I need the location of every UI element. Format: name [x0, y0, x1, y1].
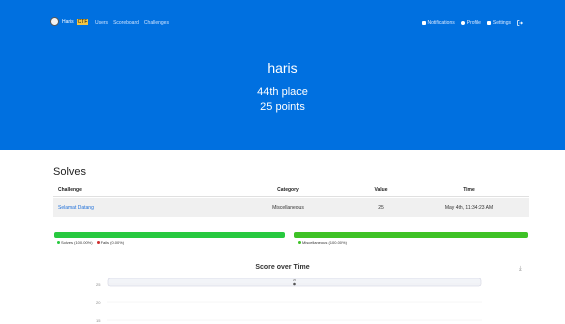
brand[interactable]: Haris CTF: [50, 17, 89, 26]
nav-profile[interactable]: Profile: [460, 20, 481, 26]
score-chart: 25: [107, 278, 482, 321]
y-tick-label: 25: [96, 282, 101, 287]
solve-category-cell: Miscellaneous: [272, 204, 304, 211]
score-point-label: 25: [293, 278, 297, 282]
user-name: haris: [267, 60, 298, 76]
nav-link-users[interactable]: Users: [95, 20, 108, 26]
legend-category: Miscellaneous (100.00%): [298, 240, 347, 245]
brand-tag: CTF: [76, 18, 89, 25]
header-time: Time: [463, 186, 475, 193]
header-category: Category: [277, 186, 299, 193]
nav-notifications-label: Notifications: [427, 20, 455, 26]
bell-icon: [421, 21, 426, 25]
nav-settings[interactable]: Settings: [486, 20, 511, 26]
solves-dot-icon: [57, 241, 60, 244]
solves-title: Solves: [53, 166, 87, 178]
nav-link-scoreboard[interactable]: Scoreboard: [113, 20, 139, 26]
solves-table-header: Challenge Category Value Time: [53, 183, 529, 197]
user-points: 25 points: [260, 101, 305, 113]
brand-logo-icon: [50, 17, 59, 26]
logout-button[interactable]: [517, 20, 523, 26]
solve-value-cell: 25: [378, 204, 384, 211]
user-circle-icon: [460, 21, 465, 25]
category-legend: Miscellaneous (100.00%): [298, 240, 347, 245]
y-tick-label: 15: [96, 318, 101, 323]
chart-title: Score over Time: [255, 264, 310, 271]
user-place: 44th place: [257, 86, 308, 98]
profile-header: haris 44th place 25 points: [0, 44, 565, 150]
y-tick-label: 20: [96, 300, 101, 305]
brand-name: Haris: [62, 18, 74, 25]
nav-profile-label: Profile: [466, 20, 481, 26]
nav-settings-label: Settings: [492, 20, 511, 26]
table-row: Selamat Datang Miscellaneous 25 May 4th,…: [53, 198, 529, 217]
gear-icon: [486, 21, 491, 25]
legend-fails-label: Fails (0.00%): [100, 240, 125, 245]
category-dot-icon: [298, 241, 301, 244]
logout-icon: [517, 20, 523, 26]
solve-challenge-cell: Selamat Datang: [53, 205, 173, 211]
header-value: Value: [374, 186, 388, 193]
nav-user-menu: Notifications Profile Settings: [421, 20, 524, 26]
solves-fails-bar: [54, 232, 285, 238]
header-challenge: Challenge: [58, 186, 82, 193]
download-icon[interactable]: ⤓: [519, 266, 522, 273]
fails-dot-icon: [96, 241, 100, 244]
score-point[interactable]: [293, 282, 296, 286]
nav-link-challenges[interactable]: Challenges: [144, 20, 169, 26]
navbar: Haris CTF Users Scoreboard Challenges No…: [0, 0, 565, 44]
legend-fails: Fails (0.00%): [96, 240, 125, 245]
nav-links: Users Scoreboard Challenges: [95, 20, 169, 26]
solves-fails-legend: Solves (100.00%) Fails (0.00%): [57, 240, 124, 245]
legend-solves: Solves (100.00%): [57, 240, 93, 245]
legend-solves-label: Solves (100.00%): [61, 240, 93, 245]
category-breakdown-bar: [294, 232, 528, 238]
challenge-link[interactable]: Selamat Datang: [58, 205, 94, 211]
nav-notifications[interactable]: Notifications: [421, 20, 455, 26]
legend-category-label: Miscellaneous (100.00%): [302, 240, 347, 245]
solve-time-cell: May 4th, 11:34:23 AM: [444, 204, 494, 211]
